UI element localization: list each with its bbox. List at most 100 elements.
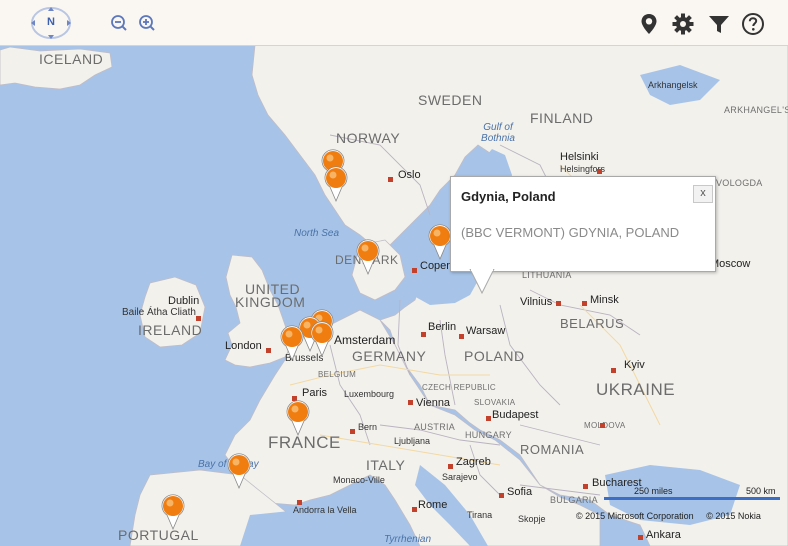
popup-description: (BBC VERMONT) GDYNIA, POLAND	[461, 225, 680, 240]
label-kyiv: Kyiv	[624, 359, 645, 371]
location-popup: Gdynia, Poland (BBC VERMONT) GDYNIA, POL…	[450, 176, 716, 272]
copyright-microsoft: © 2015 Microsoft Corporation	[576, 511, 694, 521]
city-dot	[421, 332, 426, 337]
label-czech: CZECH REPUBLIC	[422, 383, 496, 392]
label-arkhangel: ARKHANGEL'SK	[724, 105, 788, 115]
label-luxembourg: Luxembourg	[344, 389, 395, 399]
label-norway: NORWAY	[336, 130, 401, 146]
label-romania: ROMANIA	[520, 442, 585, 457]
label-vilnius: Vilnius	[520, 296, 553, 308]
compass-icon[interactable]: N	[29, 6, 73, 40]
help-icon[interactable]	[741, 12, 765, 36]
label-rome: Rome	[418, 499, 448, 511]
label-arkhangelsk-city: Arkhangelsk	[648, 80, 698, 90]
location-marker-pin[interactable]	[278, 324, 306, 362]
label-zagreb: Zagreb	[456, 456, 491, 468]
map-copyright: © 2015 Microsoft Corporation © 2015 Noki…	[576, 511, 761, 521]
label-sweden: SWEDEN	[418, 92, 483, 108]
location-marker-pin[interactable]	[284, 399, 312, 437]
popup-close-button[interactable]: x	[693, 185, 713, 203]
scale-miles: 250 miles	[634, 486, 673, 496]
label-moscow: Moscow	[710, 258, 751, 270]
city-dot	[266, 348, 271, 353]
location-marker-pin[interactable]	[159, 493, 187, 531]
copyright-nokia: © 2015 Nokia	[706, 511, 761, 521]
label-berlin: Berlin	[428, 321, 457, 333]
label-andorra: Andorra la Vella	[293, 505, 357, 515]
label-germany: GERMANY	[352, 348, 427, 364]
location-marker-pin[interactable]	[308, 320, 336, 358]
label-sarajevo: Sarajevo	[442, 472, 478, 482]
label-ljubljana: Ljubljana	[394, 436, 431, 446]
label-baile-atha-cliath: Baile Átha Cliath	[122, 307, 196, 318]
label-oslo: Oslo	[398, 169, 421, 181]
label-vienna: Vienna	[416, 397, 451, 409]
compass-north-label: N	[47, 16, 55, 28]
label-helsinki: Helsinki	[560, 151, 599, 163]
city-dot	[350, 429, 355, 434]
label-north-sea: North Sea	[294, 228, 340, 239]
label-minsk: Minsk	[590, 294, 619, 306]
settings-gear-icon[interactable]	[671, 12, 695, 36]
label-london: London	[225, 340, 262, 352]
city-dot	[499, 493, 504, 498]
map-toolbar: N	[0, 0, 788, 46]
scale-km: 500 km	[746, 486, 776, 496]
city-dot	[412, 507, 417, 512]
label-italy: ITALY	[366, 457, 406, 473]
city-dot	[448, 464, 453, 469]
label-kingdom: KINGDOM	[235, 294, 306, 310]
label-skopje: Skopje	[518, 514, 546, 524]
city-dot	[556, 301, 561, 306]
location-marker-pin[interactable]	[225, 452, 253, 490]
label-ankara: Ankara	[646, 529, 681, 541]
city-dot	[196, 316, 201, 321]
map-canvas[interactable]: ICELAND SWEDEN FINLAND NORWAY ARKHANGEL'…	[0, 45, 788, 546]
label-austria: AUSTRIA	[414, 422, 456, 432]
label-sofia: Sofia	[507, 486, 533, 498]
label-slovakia: SLOVAKIA	[474, 398, 516, 407]
label-belarus: BELARUS	[560, 316, 625, 331]
city-dot	[600, 423, 605, 428]
label-ireland: IRELAND	[138, 322, 203, 338]
label-amsterdam: Amsterdam	[334, 333, 396, 347]
label-bulgaria: BULGARIA	[550, 495, 598, 505]
label-monaco-ville: Monaco-Ville	[333, 475, 385, 485]
city-dot	[412, 268, 417, 273]
label-poland: POLAND	[464, 348, 525, 364]
zoom-out-icon[interactable]	[110, 14, 128, 32]
label-vologda: VOLOGDA	[716, 178, 763, 188]
label-dublin: Dublin	[168, 295, 200, 307]
city-dot	[486, 416, 491, 421]
label-paris: Paris	[302, 387, 328, 399]
zoom-in-icon[interactable]	[138, 14, 156, 32]
city-dot	[388, 177, 393, 182]
city-dot	[408, 400, 413, 405]
label-tirana: Tirana	[467, 510, 493, 520]
city-dot	[459, 334, 464, 339]
label-finland: FINLAND	[530, 110, 594, 126]
city-dot	[297, 500, 302, 505]
popup-title: Gdynia, Poland	[461, 189, 556, 204]
city-dot	[582, 301, 587, 306]
city-dot	[611, 368, 616, 373]
scale-bar	[604, 497, 780, 500]
city-dot	[583, 484, 588, 489]
map-viewer: N ICELAND SWEDEN FINLAND NORWAY ARKHANGE…	[0, 0, 788, 546]
location-pin-icon[interactable]	[637, 12, 661, 36]
label-gulf-bothnia: Gulf of Bothnia	[481, 122, 515, 144]
popup-pointer	[469, 269, 495, 295]
label-hungary: HUNGARY	[465, 430, 512, 440]
label-iceland: ICELAND	[39, 51, 104, 67]
label-tyrrhenian: Tyrrhenian	[384, 534, 432, 545]
label-bern: Bern	[358, 422, 378, 432]
city-dot	[638, 535, 643, 540]
city-dot	[597, 169, 602, 174]
filter-icon[interactable]	[707, 12, 731, 36]
label-ukraine: UKRAINE	[596, 380, 676, 399]
label-budapest: Budapest	[492, 409, 539, 421]
label-belgium: BELGIUM	[318, 370, 357, 379]
map-scale: 250 miles 500 km	[604, 486, 784, 512]
location-marker-pin[interactable]	[354, 238, 382, 276]
location-marker-pin[interactable]	[322, 165, 350, 203]
